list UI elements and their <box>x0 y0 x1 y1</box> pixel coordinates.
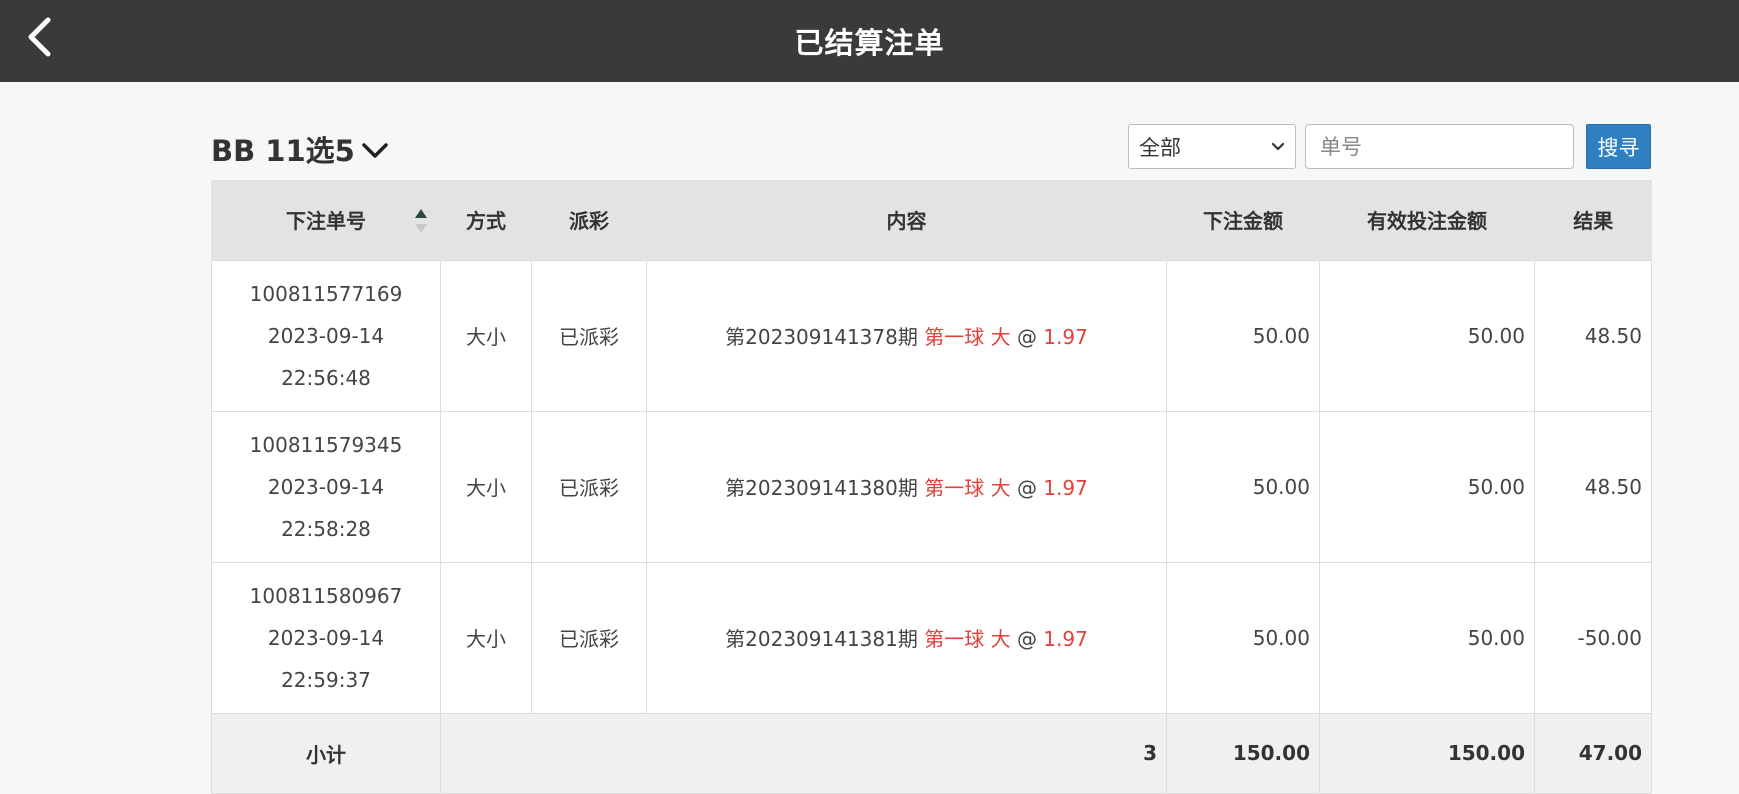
subtotal-valid-amount: 150.00 <box>1319 712 1535 794</box>
method-cell: 大小 <box>440 410 532 563</box>
at-sign: @ <box>1016 627 1037 651</box>
payout-cell: 已派彩 <box>531 259 647 412</box>
valid-amount-cell: 50.00 <box>1319 561 1535 714</box>
order-time: 22:59:37 <box>281 667 371 692</box>
order-cell: 100811577169 2023-09-14 22:56:48 <box>211 259 441 412</box>
column-header-amount: 下注金额 <box>1166 180 1320 260</box>
orders-table: 下注单号 方式 派彩 内容 下注金额 有效投注金额 结果 10081157716… <box>211 180 1652 794</box>
content-cell: 第202309141378期 第一球 大 @ 1.97 <box>646 259 1167 412</box>
table-header-row: 下注单号 方式 派彩 内容 下注金额 有效投注金额 结果 <box>211 180 1652 260</box>
odds: 1.97 <box>1043 476 1088 500</box>
order-cell: 100811579345 2023-09-14 22:58:28 <box>211 410 441 563</box>
subtotal-count: 3 <box>440 712 1167 794</box>
subtotal-label: 小计 <box>211 712 441 794</box>
period: 第202309141381期 <box>725 627 918 651</box>
result-cell: 48.50 <box>1534 410 1652 563</box>
amount-cell: 50.00 <box>1166 410 1320 563</box>
at-sign: @ <box>1016 325 1037 349</box>
sort-icon[interactable] <box>414 208 428 234</box>
top-bar: 已结算注单 <box>0 0 1739 82</box>
valid-amount-cell: 50.00 <box>1319 410 1535 563</box>
chevron-down-icon <box>362 143 388 158</box>
column-header-order-no[interactable]: 下注单号 <box>211 180 441 260</box>
method-cell: 大小 <box>440 561 532 714</box>
page-title: 已结算注单 <box>794 26 945 60</box>
order-date: 2023-09-14 <box>267 474 385 499</box>
toolbar: BB 11选5 全部 搜寻 <box>211 120 1651 172</box>
method-cell: 大小 <box>440 259 532 412</box>
subtotal-amount: 150.00 <box>1166 712 1320 794</box>
column-header-method: 方式 <box>440 180 532 260</box>
order-cell: 100811580967 2023-09-14 22:59:37 <box>211 561 441 714</box>
column-header-result: 结果 <box>1534 180 1652 260</box>
table-row: 100811580967 2023-09-14 22:59:37 大小 已派彩 … <box>211 561 1652 714</box>
bet-selection: 第一球 大 <box>924 627 1011 651</box>
table-row: 100811579345 2023-09-14 22:58:28 大小 已派彩 … <box>211 410 1652 563</box>
order-time: 22:58:28 <box>281 516 371 541</box>
chevron-down-icon <box>1271 142 1285 150</box>
odds: 1.97 <box>1043 627 1088 651</box>
filter-select[interactable]: 全部 <box>1128 124 1296 169</box>
result-cell: 48.50 <box>1534 259 1652 412</box>
order-number: 100811580967 <box>249 583 403 608</box>
payout-cell: 已派彩 <box>531 410 647 563</box>
subtotal-row: 小计 3 150.00 150.00 47.00 <box>211 712 1652 794</box>
odds: 1.97 <box>1043 325 1088 349</box>
chevron-left-icon <box>28 17 51 57</box>
order-number-input[interactable] <box>1305 124 1574 169</box>
back-button[interactable] <box>14 12 64 62</box>
subtotal-result: 47.00 <box>1534 712 1652 794</box>
column-header-payout: 派彩 <box>531 180 647 260</box>
payout-cell: 已派彩 <box>531 561 647 714</box>
at-sign: @ <box>1016 476 1037 500</box>
column-header-content: 内容 <box>646 180 1167 260</box>
period: 第202309141378期 <box>725 325 918 349</box>
game-name: BB 11选5 <box>211 134 355 168</box>
search-button[interactable]: 搜寻 <box>1586 124 1651 169</box>
content-cell: 第202309141380期 第一球 大 @ 1.97 <box>646 410 1167 563</box>
valid-amount-cell: 50.00 <box>1319 259 1535 412</box>
bet-selection: 第一球 大 <box>924 476 1011 500</box>
column-header-valid-amount: 有效投注金额 <box>1319 180 1535 260</box>
order-time: 22:56:48 <box>281 365 371 390</box>
order-number: 100811577169 <box>249 281 403 306</box>
result-cell: -50.00 <box>1534 561 1652 714</box>
period: 第202309141380期 <box>725 476 918 500</box>
bet-selection: 第一球 大 <box>924 325 1011 349</box>
order-number: 100811579345 <box>249 432 403 457</box>
amount-cell: 50.00 <box>1166 259 1320 412</box>
game-selector[interactable]: BB 11选5 <box>211 128 389 170</box>
filter-select-value: 全部 <box>1139 135 1181 160</box>
content-cell: 第202309141381期 第一球 大 @ 1.97 <box>646 561 1167 714</box>
order-date: 2023-09-14 <box>267 625 385 650</box>
order-date: 2023-09-14 <box>267 323 385 348</box>
table-row: 100811577169 2023-09-14 22:56:48 大小 已派彩 … <box>211 259 1652 412</box>
amount-cell: 50.00 <box>1166 561 1320 714</box>
